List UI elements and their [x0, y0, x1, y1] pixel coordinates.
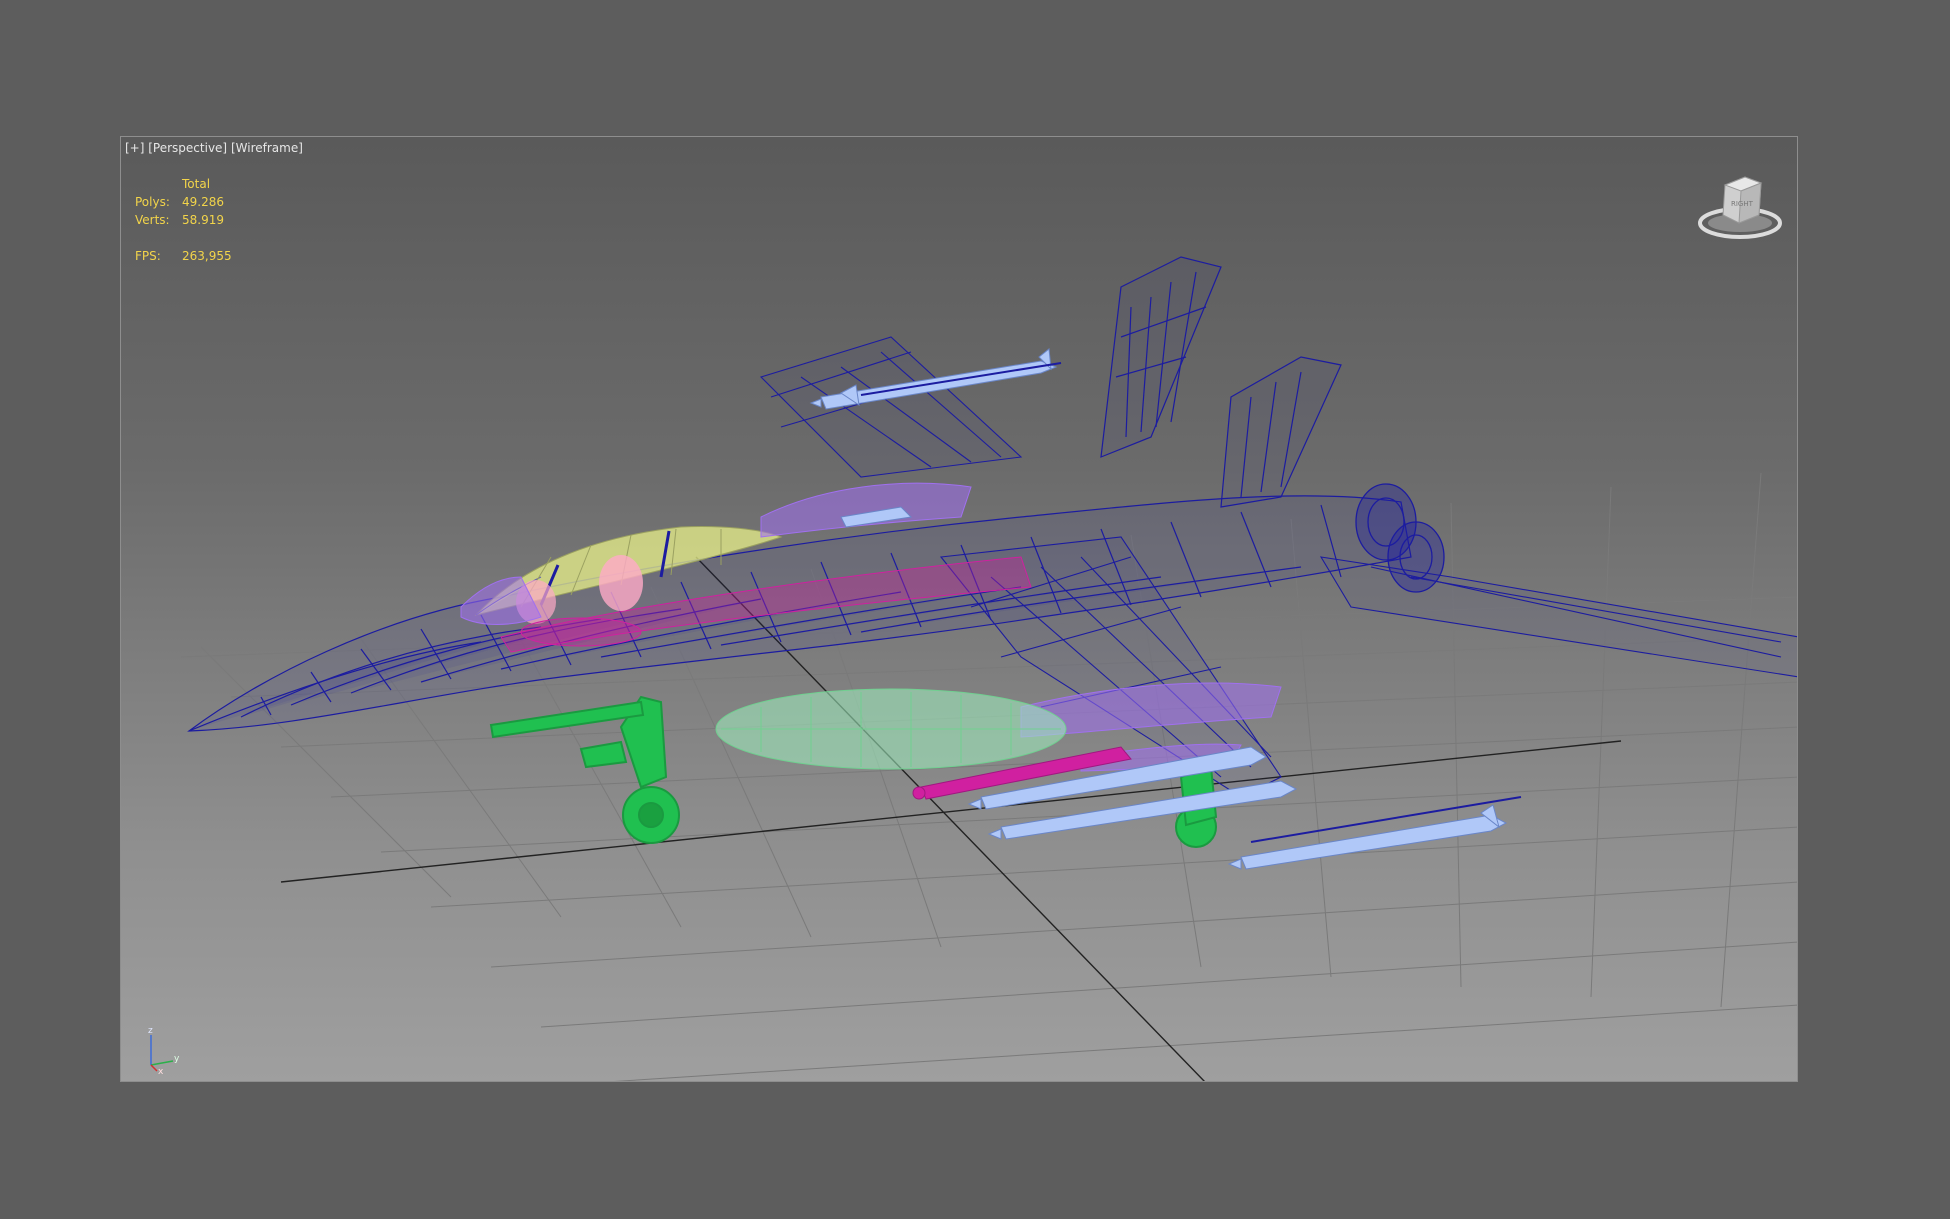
- verts-label: Verts:: [135, 213, 170, 227]
- fps-label: FPS:: [135, 249, 161, 263]
- polys-label: Polys:: [135, 195, 170, 209]
- fuel-tank: [715, 688, 1067, 770]
- axis-y-label: y: [174, 1054, 180, 1064]
- perspective-viewport[interactable]: [+] [Perspective] [Wireframe] Total Poly…: [120, 136, 1798, 1082]
- viewport-label: [+] [Perspective] [Wireframe]: [125, 141, 303, 155]
- app-window: [+] [Perspective] [Wireframe] Total Poly…: [0, 0, 1950, 1219]
- tail-fin-right: [1220, 356, 1342, 508]
- statistics-overlay: Total Polys: 49.286 Verts: 58.919 FPS: 263,…: [135, 175, 232, 265]
- polys-value: 49.286: [182, 195, 224, 209]
- fps-value: 263,955: [182, 249, 232, 263]
- missile-lower-3: [1227, 804, 1508, 870]
- tail-fin-left: [1100, 256, 1222, 458]
- scene-canvas[interactable]: [121, 137, 1798, 1082]
- stats-header: Total: [182, 177, 211, 191]
- jet-model[interactable]: [187, 256, 1798, 870]
- wing-upper: [759, 336, 1023, 478]
- axis-tripod-icon: z y x: [148, 1026, 180, 1075]
- viewcube-icon[interactable]: RIGHT: [1697, 171, 1783, 245]
- axis-x-label: x: [158, 1067, 164, 1075]
- viewport-menu-shading[interactable]: [Wireframe]: [231, 141, 303, 155]
- verts-value: 58.919: [182, 213, 224, 227]
- viewcube-face-label: RIGHT: [1731, 200, 1754, 208]
- axis-z-label: z: [148, 1026, 153, 1036]
- viewport-menu-plus[interactable]: [+]: [125, 141, 144, 155]
- viewport-menu-view[interactable]: [Perspective]: [148, 141, 227, 155]
